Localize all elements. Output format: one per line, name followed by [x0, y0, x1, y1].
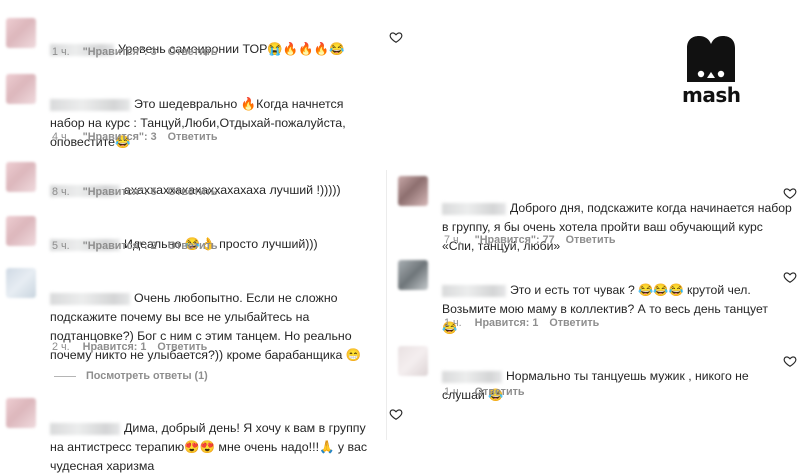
comment-item: Идеально 😂👌 просто лучший))) 5 ч. "Нравит… [6, 214, 396, 254]
like-heart-icon[interactable] [389, 407, 403, 421]
likes-count[interactable]: "Нравится": 77 [475, 234, 555, 246]
username[interactable] [50, 98, 130, 111]
comment-time: 1 ч. [444, 317, 462, 329]
avatar[interactable] [6, 74, 36, 104]
comment-time: 1 ч. [444, 386, 462, 398]
avatar[interactable] [6, 162, 36, 192]
likes-count[interactable]: "Нравится": 6 [83, 186, 157, 198]
mash-logo-text: mash [682, 83, 741, 107]
avatar[interactable] [398, 260, 428, 290]
avatar[interactable] [6, 216, 36, 246]
view-replies-label: Посмотреть ответы (1) [86, 370, 208, 382]
username[interactable] [50, 292, 130, 305]
avatar[interactable] [398, 176, 428, 206]
comment-time: 5 ч. [52, 240, 70, 252]
likes-count[interactable]: "Нравится": 3 [83, 131, 157, 143]
comment-item: ахаххаххахахаххахахаха лучший !))))) 8 ч… [6, 160, 396, 200]
reply-button[interactable]: Ответить [549, 317, 599, 329]
like-heart-icon[interactable] [389, 30, 403, 44]
reply-button[interactable]: Ответить [566, 234, 616, 246]
avatar[interactable] [6, 398, 36, 428]
reply-button[interactable]: Ответить [168, 46, 218, 58]
comment-time: 1 ч. [52, 46, 70, 58]
comment-time: 2 ч. [52, 341, 70, 353]
comment-item: Это и есть тот чувак ? 😂😂😂 крутой чел. В… [398, 258, 798, 335]
likes-count[interactable]: "Нравится": 2 [83, 240, 157, 252]
reply-button[interactable]: Ответить [168, 186, 218, 198]
reply-button[interactable]: Ответить [475, 386, 525, 398]
view-replies-button[interactable]: Посмотреть ответы (1) [54, 370, 208, 382]
avatar[interactable] [6, 268, 36, 298]
like-heart-icon[interactable] [783, 354, 797, 368]
avatar[interactable] [6, 18, 36, 48]
mash-logo-icon [687, 36, 735, 82]
comment-item: Доброго дня, подскажите когда начинается… [398, 174, 798, 253]
reply-button[interactable]: Ответить [168, 240, 218, 252]
avatar[interactable] [398, 346, 428, 376]
reply-button[interactable]: Ответить [168, 131, 218, 143]
replies-line [54, 375, 76, 377]
username[interactable] [442, 284, 506, 297]
likes-count[interactable]: "Нравится": 3 [83, 46, 157, 58]
like-heart-icon[interactable] [783, 186, 797, 200]
username[interactable] [50, 422, 120, 435]
likes-count[interactable]: Нравится: 1 [83, 341, 147, 353]
comment-item: Дима, добрый день! Я хочу к вам в группу… [6, 398, 396, 473]
comment-time: 4 ч. [52, 131, 70, 143]
likes-count[interactable]: Нравится: 1 [475, 317, 539, 329]
comment-time: 8 ч. [52, 186, 70, 198]
comment-item: Очень любопытно. Если не сложно подскажи… [6, 268, 396, 362]
comment-time: 7 ч. [444, 234, 462, 246]
comment-item: Это шедеврально 🔥Когда начнется набор на… [6, 72, 396, 152]
comment-item: Нормально ты танцуешь мужик , никого не … [398, 344, 798, 404]
like-heart-icon[interactable] [783, 270, 797, 284]
username[interactable] [442, 202, 506, 215]
reply-button[interactable]: Ответить [157, 341, 207, 353]
comment-item: Уровень самоиронии ТОР😭🔥🔥🔥😂 1 ч. "Нравитс… [6, 18, 396, 58]
username[interactable] [442, 370, 502, 383]
